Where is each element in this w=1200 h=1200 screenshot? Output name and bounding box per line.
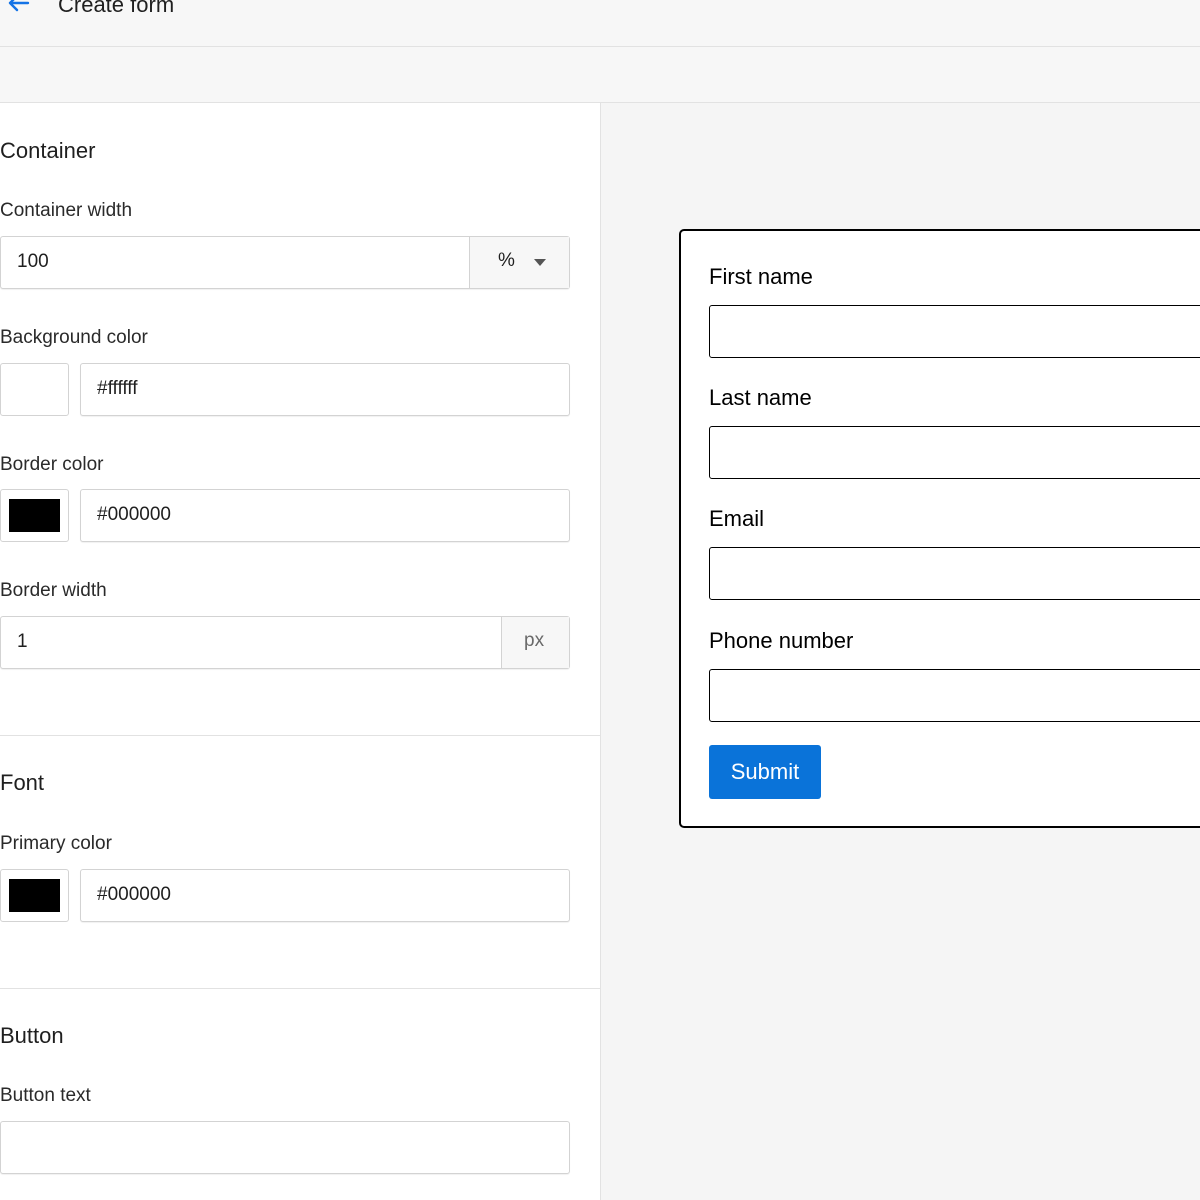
- preview-label-phone-number: Phone number: [709, 628, 854, 653]
- preview-input-phone-number[interactable]: [709, 669, 1200, 722]
- section-divider: [0, 988, 601, 989]
- section-title-button: Button: [0, 1023, 64, 1048]
- section-title-container: Container: [0, 138, 96, 163]
- background-color-label: Background color: [0, 327, 148, 348]
- arrow-left-icon[interactable]: [6, 0, 32, 16]
- preview-input-email[interactable]: [709, 547, 1200, 600]
- border-width-input[interactable]: 1: [17, 630, 28, 654]
- top-bar: Create form: [0, 0, 1200, 47]
- preview-input-last-name[interactable]: [709, 426, 1200, 479]
- border-width-unit: px: [501, 617, 569, 668]
- background-color-input[interactable]: #ffffff: [97, 377, 138, 401]
- background-color-swatch-fill: [9, 373, 60, 406]
- chevron-down-icon: [534, 259, 546, 266]
- settings-panel: Container Container width 100 % Backgrou…: [0, 103, 601, 1200]
- border-color-swatch-fill: [9, 499, 60, 532]
- primary-color-swatch[interactable]: [0, 869, 69, 922]
- preview-label-first-name: First name: [709, 264, 813, 289]
- preview-label-email: Email: [709, 506, 765, 531]
- submit-button[interactable]: Submit: [709, 745, 821, 799]
- form-preview: First name Last name Email Phone number …: [679, 229, 1200, 828]
- page-title: Create form: [58, 0, 175, 17]
- container-width-label: Container width: [0, 200, 133, 221]
- container-width-input[interactable]: 100: [17, 250, 49, 274]
- border-color-label: Border color: [0, 454, 104, 475]
- width-unit-select[interactable]: %: [469, 237, 569, 288]
- border-width-field: 1 px: [0, 616, 570, 669]
- border-width-unit-label: px: [524, 630, 545, 651]
- primary-color-input[interactable]: #000000: [97, 883, 171, 907]
- primary-color-field[interactable]: #000000: [80, 869, 570, 922]
- preview-label-last-name: Last name: [709, 385, 812, 410]
- section-divider: [0, 735, 601, 736]
- width-unit-value: %: [498, 250, 515, 271]
- background-color-swatch[interactable]: [0, 363, 69, 416]
- background-color-field[interactable]: #ffffff: [80, 363, 570, 416]
- container-width-field: 100 %: [0, 236, 570, 289]
- border-color-swatch[interactable]: [0, 489, 69, 542]
- section-title-font: Font: [0, 770, 45, 795]
- border-color-input[interactable]: #000000: [97, 503, 171, 527]
- border-width-label: Border width: [0, 580, 107, 601]
- button-text-field[interactable]: [0, 1121, 570, 1174]
- border-color-field[interactable]: #000000: [80, 489, 570, 542]
- primary-color-swatch-fill: [9, 879, 60, 912]
- preview-input-first-name[interactable]: [709, 305, 1200, 358]
- toolbar-strip: [0, 47, 1200, 103]
- button-text-label: Button text: [0, 1085, 91, 1106]
- primary-color-label: Primary color: [0, 833, 112, 854]
